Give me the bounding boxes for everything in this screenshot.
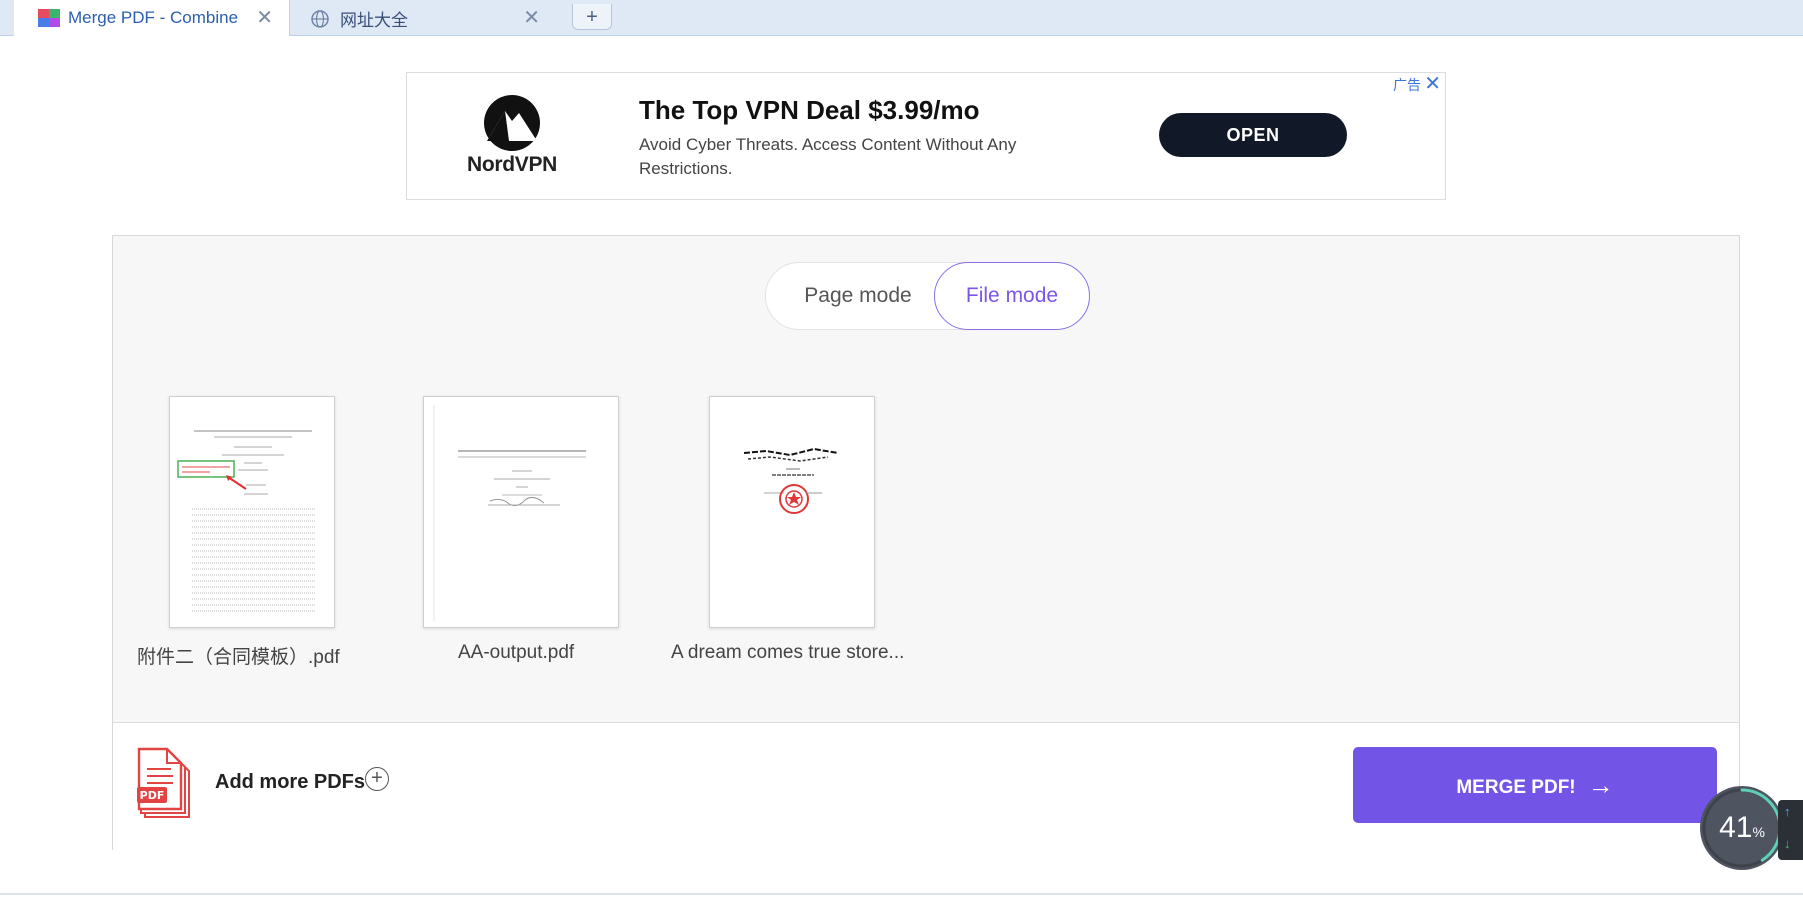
document-page-preview: [433, 405, 586, 621]
mountain-logo-icon: [484, 95, 540, 151]
tab-title: 网址大全: [340, 10, 408, 30]
ad-label[interactable]: 广告: [1393, 75, 1421, 95]
ad-headline[interactable]: The Top VPN Deal $3.99/mo: [639, 95, 980, 126]
file-name: A dream comes true store...: [671, 642, 905, 663]
page-mode-button[interactable]: Page mode: [778, 263, 938, 329]
page-bottom-divider: [0, 893, 1803, 895]
globe-icon: [310, 9, 332, 28]
plus-circle-icon[interactable]: +: [365, 767, 389, 791]
ad-brand: NordVPN: [466, 153, 558, 176]
colorful-grid-favicon-icon: [38, 9, 60, 27]
add-more-pdfs-button[interactable]: Add more PDFs: [215, 771, 365, 794]
merge-button-label: MERGE PDF!: [1456, 777, 1576, 798]
ad-banner[interactable]: NordVPN The Top VPN Deal $3.99/mo Avoid …: [406, 72, 1446, 200]
file-mode-button[interactable]: File mode: [934, 262, 1090, 330]
new-tab-button[interactable]: +: [572, 4, 612, 30]
ad-description: Avoid Cyber Threats. Access Content With…: [639, 135, 1017, 178]
arrow-right-icon: →: [1587, 770, 1614, 800]
document-page-preview: [743, 447, 839, 514]
tab-title: Merge PDF - Combine: [68, 8, 239, 27]
pdf-thumbnail[interactable]: [423, 396, 619, 628]
progress-value: 41: [1719, 811, 1753, 844]
pdf-icon-label: PDF: [140, 789, 165, 802]
pdf-thumbnail[interactable]: [169, 396, 335, 628]
close-icon[interactable]: ✕: [256, 5, 273, 30]
ad-logo: NordVPN: [457, 93, 567, 183]
action-bar: PDF Add more PDFs + MERGE PDF! →: [113, 722, 1739, 850]
tab-merge-pdf[interactable]: Merge PDF - Combine ✕: [14, 0, 290, 36]
file-list: 附件二（合同模板）.pdf AA-output.pdf A dream come…: [113, 396, 1739, 696]
merge-panel: Page mode File mode 附件二（合同模板）.pdf AA-out…: [112, 235, 1740, 850]
document-page-preview: [177, 430, 316, 612]
ad-open-button[interactable]: OPEN: [1159, 113, 1347, 157]
file-name: 附件二（合同模板）.pdf: [137, 647, 340, 668]
mode-toggle: Page mode File mode: [765, 262, 1090, 330]
close-icon[interactable]: ✕: [523, 5, 540, 30]
download-arrow-icon: ↓: [1784, 836, 1791, 851]
upload-arrow-icon: ↑: [1784, 804, 1791, 819]
tab-url-directory[interactable]: 网址大全 ✕: [296, 0, 556, 36]
ad-close-icon[interactable]: ✕: [1424, 71, 1441, 96]
progress-widget[interactable]: 41%: [1700, 786, 1784, 870]
network-speed-strip[interactable]: ↑ ↓: [1778, 800, 1803, 860]
progress-unit: %: [1752, 824, 1765, 840]
browser-tab-bar: Merge PDF - Combine ✕ 网址大全 ✕ +: [0, 0, 1803, 36]
file-name: AA-output.pdf: [458, 642, 575, 663]
pdf-thumbnail[interactable]: [709, 396, 875, 628]
pdf-stack-icon: PDF: [137, 747, 193, 821]
merge-pdf-button[interactable]: MERGE PDF! →: [1353, 747, 1717, 823]
